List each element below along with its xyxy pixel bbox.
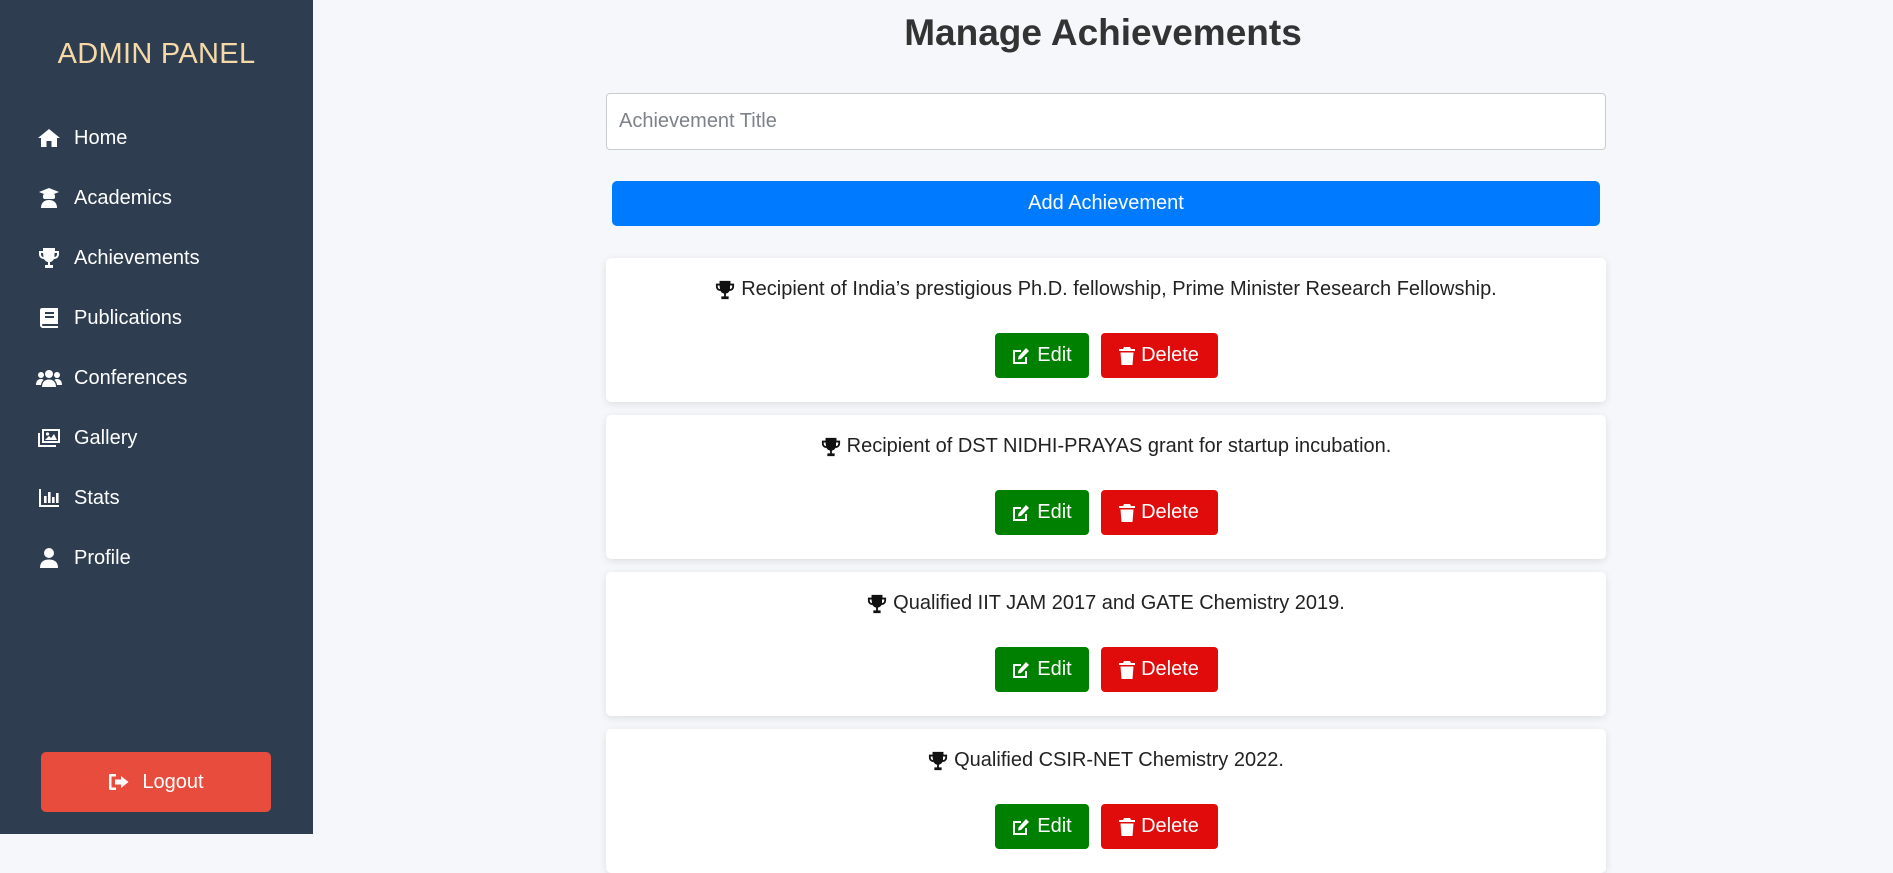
edit-label: Edit xyxy=(1037,344,1072,366)
users-icon xyxy=(36,366,62,390)
achievement-text: Recipient of India’s prestigious Ph.D. f… xyxy=(606,278,1606,301)
sidebar-item-label: Gallery xyxy=(74,426,138,449)
edit-button[interactable]: Edit xyxy=(994,333,1089,378)
sidebar-item-label: Stats xyxy=(74,486,120,509)
chart-bar-icon xyxy=(36,486,62,510)
achievement-text: Qualified IIT JAM 2017 and GATE Chemistr… xyxy=(606,592,1606,615)
trophy-icon xyxy=(716,280,735,299)
sidebar-item-label: Conferences xyxy=(74,366,188,389)
edit-button[interactable]: Edit xyxy=(994,490,1089,535)
images-icon xyxy=(36,426,62,450)
main-content: Manage Achievements Add Achievement Reci… xyxy=(313,0,1893,873)
edit-icon xyxy=(1013,504,1030,521)
card-actions: Edit Delete xyxy=(606,490,1606,535)
logout-button[interactable]: Logout xyxy=(41,752,271,812)
home-icon xyxy=(36,126,62,150)
sidebar-nav: Home Academics Achievements Publications… xyxy=(36,108,200,588)
sidebar-item-label: Profile xyxy=(74,546,131,569)
delete-label: Delete xyxy=(1141,501,1199,523)
sidebar-item-gallery[interactable]: Gallery xyxy=(36,408,200,468)
trophy-icon xyxy=(36,246,62,270)
delete-button[interactable]: Delete xyxy=(1100,490,1218,535)
sidebar-item-label: Home xyxy=(74,126,128,149)
achievement-card: Recipient of DST NIDHI-PRAYAS grant for … xyxy=(606,415,1606,559)
trophy-icon xyxy=(868,594,887,613)
sidebar-item-academics[interactable]: Academics xyxy=(36,168,200,228)
delete-label: Delete xyxy=(1141,658,1199,680)
sign-out-icon xyxy=(109,774,129,790)
delete-button[interactable]: Delete xyxy=(1100,647,1218,692)
trophy-icon xyxy=(929,751,948,770)
sidebar-item-home[interactable]: Home xyxy=(36,108,200,168)
trash-icon xyxy=(1119,346,1136,365)
achievement-title: Qualified CSIR-NET Chemistry 2022. xyxy=(954,749,1284,771)
user-icon xyxy=(36,546,62,570)
edit-icon xyxy=(1013,347,1030,364)
edit-label: Edit xyxy=(1037,815,1072,837)
achievement-text: Qualified CSIR-NET Chemistry 2022. xyxy=(606,749,1606,772)
achievement-title: Recipient of India’s prestigious Ph.D. f… xyxy=(741,278,1497,300)
sidebar-item-achievements[interactable]: Achievements xyxy=(36,228,200,288)
trash-icon xyxy=(1119,660,1136,679)
sidebar-item-publications[interactable]: Publications xyxy=(36,288,200,348)
achievement-title: Qualified IIT JAM 2017 and GATE Chemistr… xyxy=(893,592,1345,614)
delete-button[interactable]: Delete xyxy=(1100,804,1218,849)
trophy-icon xyxy=(821,437,840,456)
sidebar: ADMIN PANEL Home Academics Achievements … xyxy=(0,0,313,834)
edit-icon xyxy=(1013,818,1030,835)
page-title: Manage Achievements xyxy=(904,12,1302,53)
achievement-text: Recipient of DST NIDHI-PRAYAS grant for … xyxy=(606,435,1606,458)
achievement-card: Recipient of India’s prestigious Ph.D. f… xyxy=(606,258,1606,402)
edit-label: Edit xyxy=(1037,501,1072,523)
graduate-icon xyxy=(36,186,62,210)
sidebar-item-label: Publications xyxy=(74,306,182,329)
card-actions: Edit Delete xyxy=(606,647,1606,692)
sidebar-item-profile[interactable]: Profile xyxy=(36,528,200,588)
trash-icon xyxy=(1119,503,1136,522)
book-icon xyxy=(36,306,62,330)
delete-label: Delete xyxy=(1141,815,1199,837)
delete-label: Delete xyxy=(1141,344,1199,366)
sidebar-item-conferences[interactable]: Conferences xyxy=(36,348,200,408)
card-actions: Edit Delete xyxy=(606,333,1606,378)
edit-icon xyxy=(1013,661,1030,678)
card-actions: Edit Delete xyxy=(606,804,1606,849)
logout-label: Logout xyxy=(142,770,204,793)
brand-title: ADMIN PANEL xyxy=(57,38,256,70)
edit-button[interactable]: Edit xyxy=(994,647,1089,692)
sidebar-item-label: Achievements xyxy=(74,246,200,269)
achievement-title-input[interactable] xyxy=(606,93,1606,150)
add-achievement-button[interactable]: Add Achievement xyxy=(612,181,1600,226)
edit-label: Edit xyxy=(1037,658,1072,680)
achievement-card: Qualified CSIR-NET Chemistry 2022. Edit … xyxy=(606,729,1606,873)
sidebar-item-label: Academics xyxy=(74,186,172,209)
achievement-title: Recipient of DST NIDHI-PRAYAS grant for … xyxy=(846,435,1392,457)
sidebar-item-stats[interactable]: Stats xyxy=(36,468,200,528)
achievement-card: Qualified IIT JAM 2017 and GATE Chemistr… xyxy=(606,572,1606,716)
edit-button[interactable]: Edit xyxy=(994,804,1089,849)
delete-button[interactable]: Delete xyxy=(1100,333,1218,378)
